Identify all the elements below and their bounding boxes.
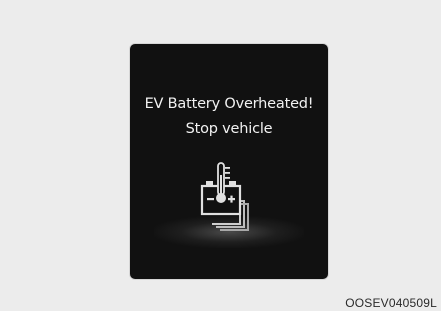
figure-code: OOSEV040509L <box>345 296 437 310</box>
page: EV Battery Overheated! Stop vehicle OOSE… <box>0 0 441 311</box>
warning-title: EV Battery Overheated! <box>144 96 314 112</box>
warning-instruction: Stop vehicle <box>185 121 273 137</box>
battery-overheat-icon <box>196 161 262 233</box>
cluster-display: EV Battery Overheated! Stop vehicle <box>130 44 328 279</box>
